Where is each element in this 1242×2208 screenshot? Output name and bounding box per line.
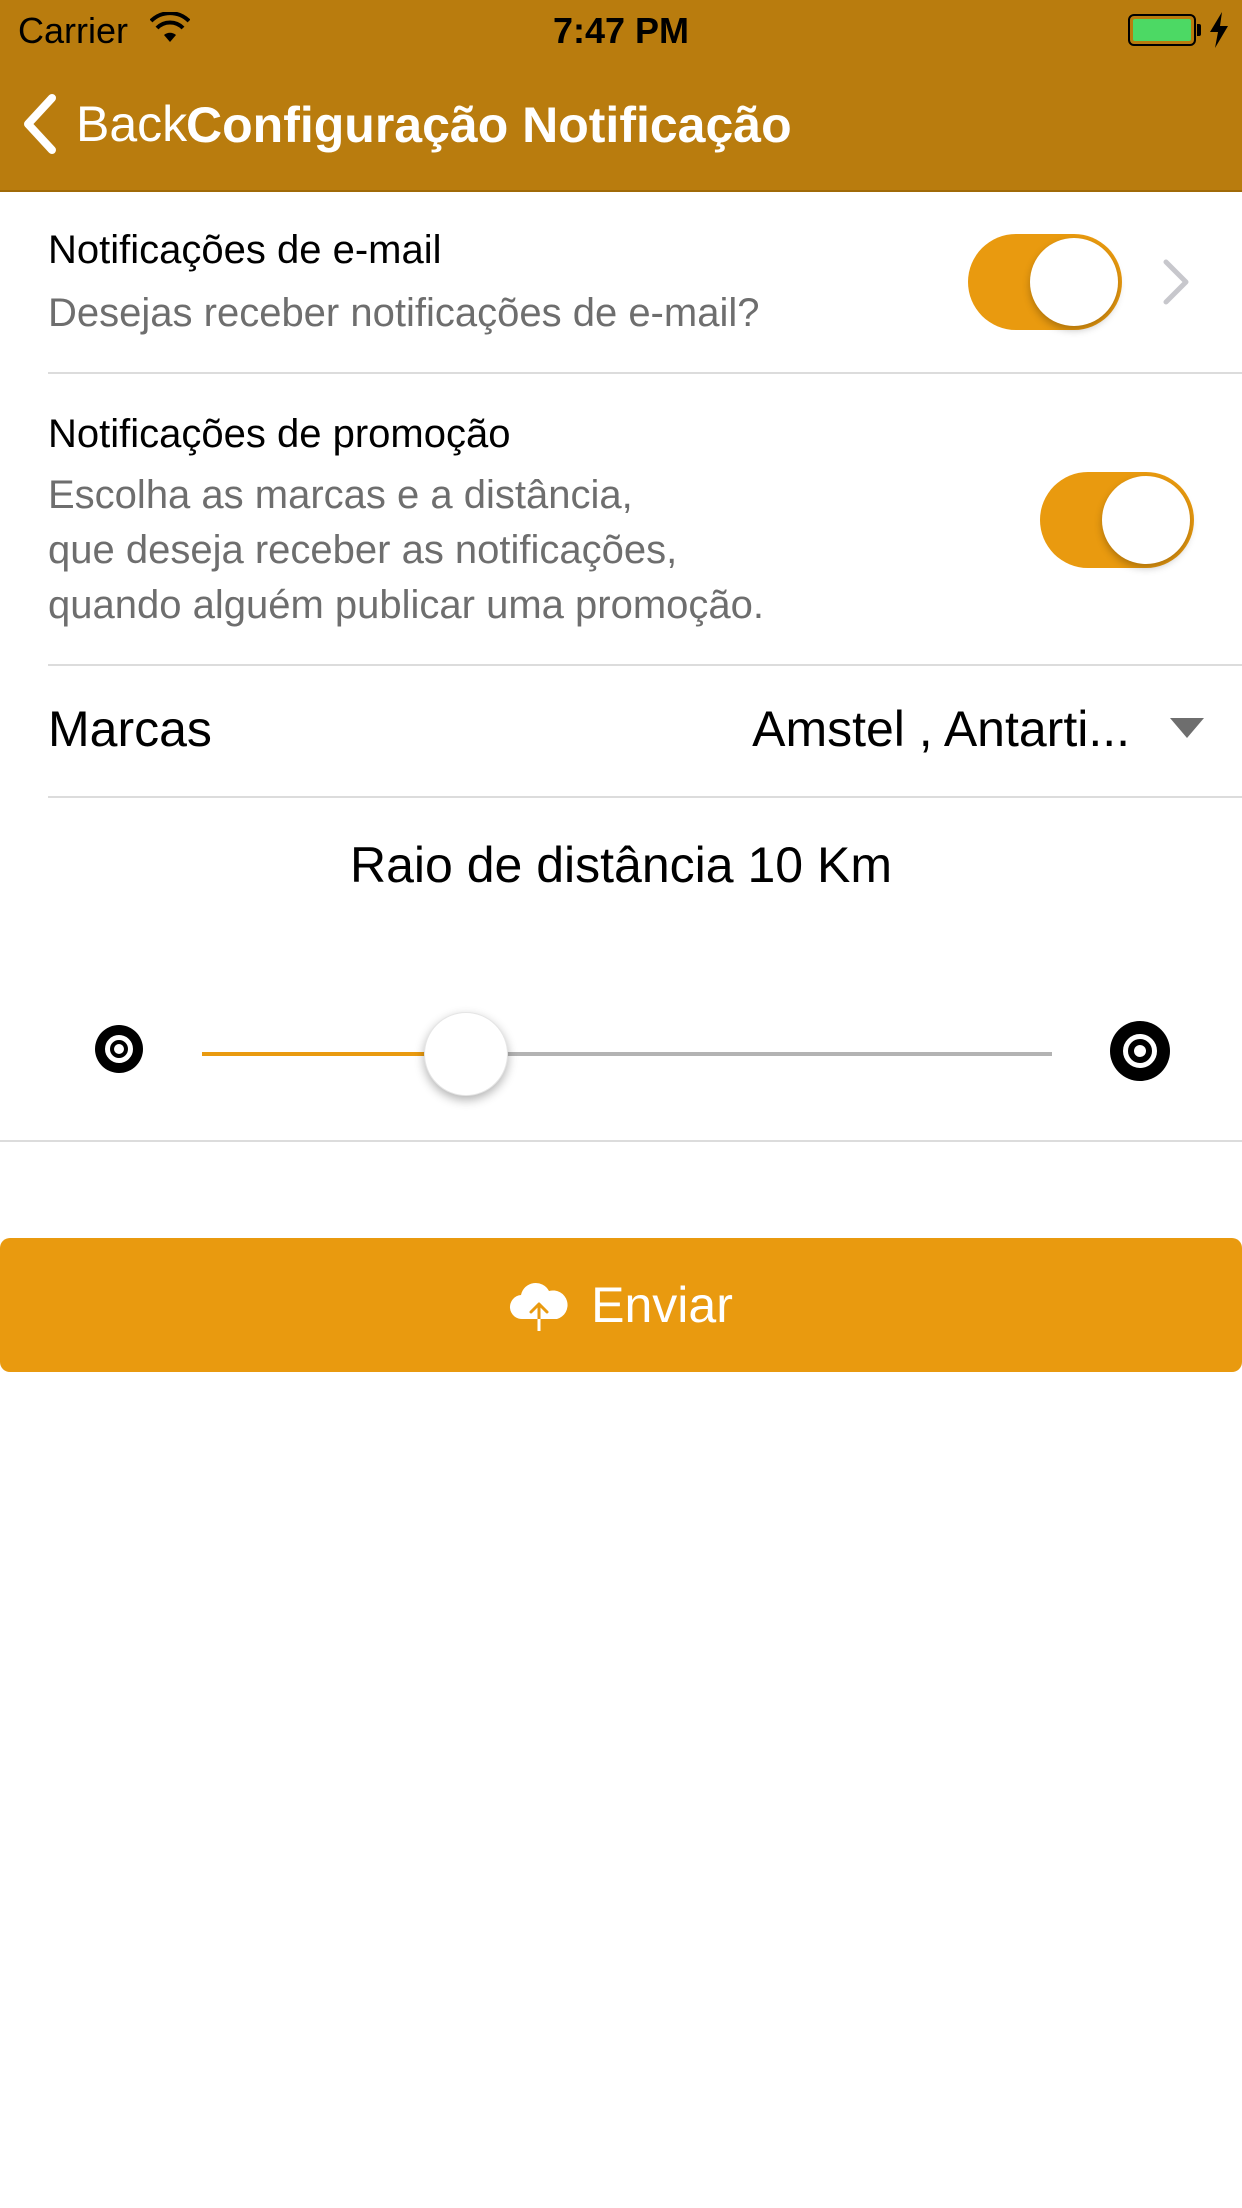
distance-slider-track[interactable]: [202, 1052, 1052, 1056]
send-button[interactable]: Enviar: [0, 1238, 1242, 1372]
distance-radius-label: Raio de distância 10 Km: [350, 837, 892, 893]
brands-label: Marcas: [48, 701, 212, 757]
divider: [48, 372, 1242, 374]
toggle-knob: [1102, 476, 1190, 564]
chevron-right-icon[interactable]: [1160, 256, 1192, 308]
promo-notifications-toggle[interactable]: [1040, 472, 1194, 568]
caret-down-icon[interactable]: [1170, 718, 1204, 738]
divider: [48, 796, 1242, 798]
target-dot: [114, 1044, 124, 1054]
navigation-bar: Carrier 7:47 PM Back Configuração Notifi…: [0, 0, 1242, 192]
target-icon: [95, 1025, 143, 1073]
promo-notifications-title: Notificações de promoção: [48, 412, 511, 456]
charging-bolt-icon: [1210, 12, 1228, 48]
back-button[interactable]: Back: [20, 88, 187, 160]
status-bar: Carrier 7:47 PM: [0, 0, 1242, 60]
email-notifications-toggle[interactable]: [968, 234, 1122, 330]
distance-slider-thumb[interactable]: [423, 1012, 508, 1096]
email-notifications-title: Notificações de e-mail: [48, 228, 442, 272]
status-time: 7:47 PM: [552, 10, 690, 51]
divider: [0, 1140, 1242, 1142]
battery-level: [1133, 19, 1191, 41]
cloud-upload-icon: [510, 1282, 568, 1331]
battery-tip: [1197, 24, 1201, 36]
chevron-left-icon: [24, 94, 56, 154]
email-notifications-subtitle: Desejas receber notificações de e-mail?: [48, 291, 760, 335]
promo-description-line-3: quando alguém publicar uma promoção.: [48, 583, 764, 627]
send-label: Enviar: [591, 1277, 733, 1333]
page-title: Configuração Notificação: [186, 97, 792, 153]
promo-description-line-1: Escolha as marcas e a distância,: [48, 473, 633, 517]
toggle-knob: [1030, 238, 1118, 326]
battery-icon: [1128, 14, 1196, 46]
back-label: Back: [76, 96, 188, 152]
brands-selected-value[interactable]: Amstel , Antarti...: [752, 700, 1130, 758]
target-icon: [1110, 1021, 1170, 1081]
promo-description-line-2: que deseja receber as notificações,: [48, 528, 678, 572]
target-dot: [1134, 1045, 1146, 1057]
